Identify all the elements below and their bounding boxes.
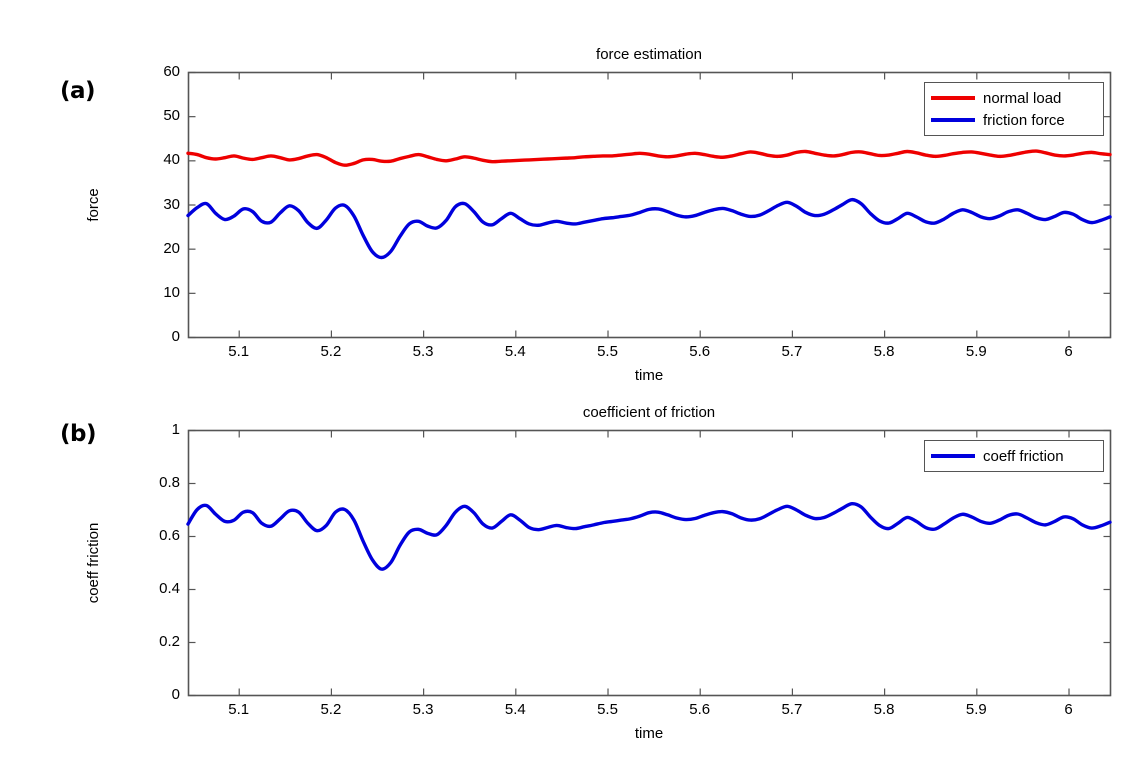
y-tick-label: 0.2 — [159, 633, 180, 650]
plot-b-legend: coeff friction — [924, 440, 1104, 472]
y-tick-label: 20 — [163, 239, 180, 257]
y-tick-label: 0 — [171, 328, 180, 345]
x-tick-label: 5.1 — [228, 343, 250, 360]
y-tick-label: 50 — [163, 107, 180, 125]
x-tick-label: 5.5 — [597, 701, 618, 718]
x-tick-label: 6 — [1064, 343, 1073, 360]
x-tick-label: 5.7 — [781, 343, 803, 360]
y-tick-label: 0.6 — [159, 527, 180, 544]
x-tick-label: 5.9 — [965, 343, 987, 360]
plot-a-x-axis-label: time — [634, 367, 664, 384]
x-tick-label: 5.8 — [873, 701, 895, 718]
y-tick-label: 40 — [163, 151, 180, 169]
y-tick-label: 0.4 — [159, 580, 180, 597]
legend-entry: coeff friction — [931, 445, 1097, 467]
x-tick-label: 5.4 — [504, 701, 526, 718]
plot-a-legend: normal load friction force — [924, 82, 1104, 136]
x-tick-label: 5.7 — [781, 701, 803, 718]
panel-label-b: (b) — [60, 421, 97, 447]
x-tick-label: 5.6 — [689, 343, 711, 360]
y-tick-label: 0 — [171, 686, 180, 703]
x-tick-label: 6 — [1064, 701, 1073, 718]
x-tick-label: 5.2 — [320, 701, 342, 718]
x-tick-label: 5.5 — [597, 343, 618, 360]
plot-a-y-axis-label: force — [85, 187, 102, 222]
y-tick-label: 10 — [163, 283, 180, 301]
y-tick-label: 1 — [171, 421, 180, 438]
legend-swatch-normal-load — [931, 96, 975, 100]
x-tick-label: 5.3 — [412, 343, 434, 360]
legend-label: normal load — [983, 89, 1062, 107]
x-tick-label: 5.2 — [320, 343, 342, 360]
plot-a-title: force estimation — [596, 46, 702, 63]
x-tick-label: 5.4 — [504, 343, 526, 360]
legend-swatch-friction-force — [931, 118, 975, 122]
plot-b-x-axis-label: time — [634, 725, 664, 742]
legend-entry: normal load — [931, 87, 1097, 109]
x-tick-label: 5.9 — [965, 701, 987, 718]
legend-entry: friction force — [931, 109, 1097, 131]
x-tick-label: 5.3 — [412, 701, 434, 718]
legend-label: friction force — [983, 111, 1065, 129]
x-tick-label: 5.6 — [689, 701, 711, 718]
figure-root: (a) force estimation force time normal l… — [0, 0, 1148, 759]
y-tick-label: 60 — [163, 63, 180, 80]
legend-label: coeff friction — [983, 447, 1064, 465]
x-tick-label: 5.1 — [228, 701, 250, 718]
panel-label-a: (a) — [60, 78, 96, 104]
y-tick-label: 0.8 — [159, 474, 180, 491]
legend-swatch-coeff-friction — [931, 454, 975, 458]
plot-b-title: coefficient of friction — [582, 404, 716, 421]
plot-b-y-axis-label: coeff friction — [85, 522, 102, 603]
x-tick-label: 5.8 — [873, 343, 895, 360]
y-tick-label: 30 — [163, 195, 180, 213]
